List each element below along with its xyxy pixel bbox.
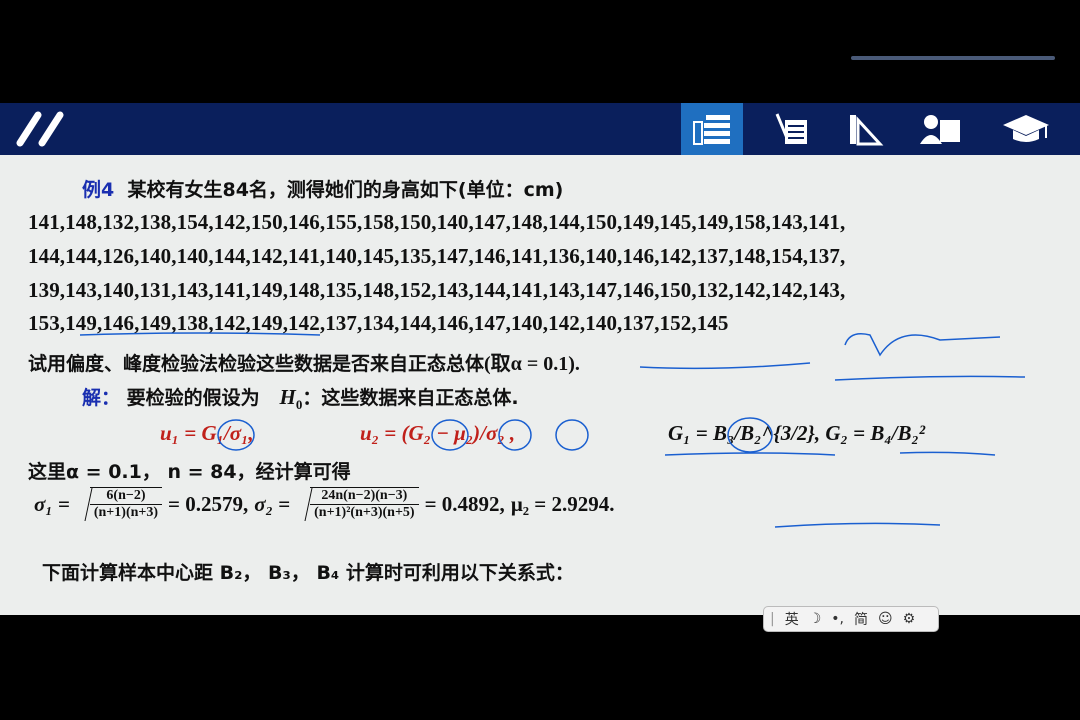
ime-language-toggle[interactable]: 英 [785,609,799,629]
moon-icon[interactable]: ☽ [809,611,822,627]
emoji-icon[interactable]: ☺ [878,611,893,627]
hypothesis-prefix: 要检验的假设为 [126,387,260,409]
ime-toolbar: | 英 ☽ •, 简 ☺ ⚙ [763,606,939,632]
hypothesis-text: ：这些数据来自正态总体. [302,387,519,409]
data-row: 144,144,126,140,140,144,142,141,140,145,… [28,244,846,268]
punctuation-icon[interactable]: •, [831,611,844,627]
sigma2-num: 24n(n−2)(n−3) [310,488,419,505]
example-label: 例4 [82,179,115,201]
sigma1-den: (n+1)(n+3) [93,505,159,520]
data-row: 139,143,140,131,143,141,149,148,135,148,… [28,278,846,302]
sigma1-sqrt: 6(n−2) (n+1)(n+3) [89,487,163,521]
formula-g: G₁ = B₃/B₂^{3/2}, G₂ = B₄/B₂² [668,421,926,445]
solution-line: 解： 要检验的假设为 H0：这些数据来自正态总体. [82,383,519,413]
sigma1-num: 6(n−2) [89,488,163,505]
ime-drag-handle[interactable]: | [770,611,775,627]
books-icon[interactable] [681,103,743,155]
here-text: 这里α = 0.1， n = 84，经计算可得 [28,461,351,483]
sigma1-lhs: σ₁ = [34,491,70,516]
example-title: 某校有女生84名，测得她们的身高如下(单位：cm) [127,179,564,201]
formula-u1: u₁ = G₁/σ₁, [160,421,254,445]
solution-label: 解： [82,387,121,409]
ime-simplified-toggle[interactable]: 简 [854,609,868,629]
mu2-value: μ₂ = 2.9294. [510,491,615,516]
sigma-line: σ₁ = 6(n−2) (n+1)(n+3) = 0.2579, σ₂ = 24n… [34,487,614,521]
sigma2-value: = 0.4892, [424,491,505,516]
teacher-board-icon[interactable] [910,103,972,155]
sigma2-sqrt: 24n(n−2)(n−3) (n+1)²(n+3)(n+5) [310,487,419,521]
logo-icon [16,111,64,147]
video-progress-bar[interactable] [851,56,1055,60]
h0: H [279,385,296,409]
triangle-ruler-icon[interactable] [833,103,895,155]
formula-u2: u₂ = (G₂ − μ₂)/σ₂ , [360,421,516,445]
next-text: 下面计算样本中心距 B₂， B₃， B₄ 计算时可利用以下关系式： [42,562,574,584]
slide-navbar [0,103,1080,155]
question-text: 试用偏度、峰度检验法检验这些数据是否来自正态总体(取α = 0.1). [28,347,580,376]
data-row: 153,149,146,149,138,142,149,142,137,134,… [28,311,729,335]
sigma2-lhs: σ₂ = [254,491,291,516]
sigma1-value: = 0.2579, [168,491,249,516]
gear-icon[interactable]: ⚙ [903,611,916,627]
slide-content: 例4 某校有女生84名，测得她们的身高如下(单位：cm) 141,148,132… [0,155,1080,615]
notes-pencil-icon[interactable] [762,103,824,155]
graduation-cap-icon[interactable] [995,103,1057,155]
data-row: 141,148,132,138,154,142,150,146,155,158,… [28,210,846,234]
sigma2-den: (n+1)²(n+3)(n+5) [314,505,415,520]
question-alpha: (取α = 0.1). [484,353,580,375]
example-heading: 例4 某校有女生84名，测得她们的身高如下(单位：cm) [82,175,563,202]
question: 试用偏度、峰度检验法检验这些数据是否来自正态总体 [28,353,485,375]
